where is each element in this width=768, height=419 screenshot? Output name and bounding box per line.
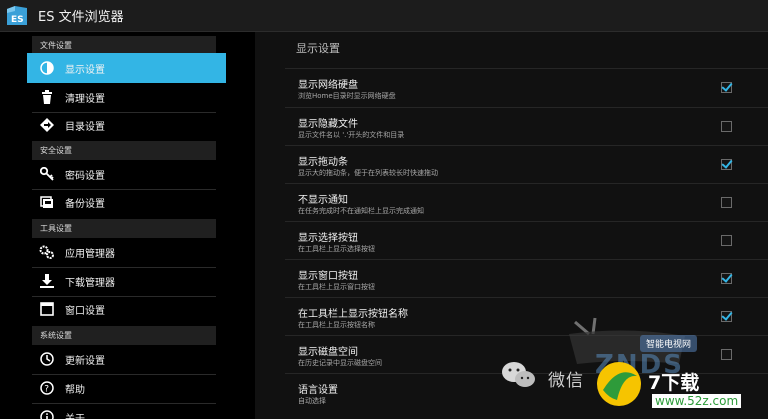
- sidebar-item-window[interactable]: 窗口设置: [27, 294, 226, 324]
- setting-label: 显示网络硬盘: [298, 80, 358, 91]
- sidebar-item-help[interactable]: ? 帮助: [27, 373, 226, 403]
- svg-text:?: ?: [44, 385, 49, 395]
- gears-icon: [39, 244, 55, 260]
- info-icon: [39, 409, 55, 419]
- contrast-icon: [39, 60, 55, 76]
- setting-row-no-notification[interactable]: 不显示通知 在任务完成时不在通知栏上显示完成通知: [285, 183, 768, 221]
- button-names-checkbox[interactable]: [721, 311, 732, 322]
- window-button-checkbox[interactable]: [721, 273, 732, 284]
- sidebar-item-label: 下载管理器: [65, 277, 115, 289]
- setting-label: 语言设置: [298, 385, 338, 396]
- setting-description: 浏览Home目录时显示网络硬盘: [298, 92, 396, 100]
- sidebar-item-download-manager[interactable]: 下载管理器: [27, 266, 226, 296]
- setting-row-select-button[interactable]: 显示选择按钮 在工具栏上显示选择按钮: [285, 221, 768, 259]
- window-icon: [39, 301, 55, 317]
- help-icon: ?: [39, 380, 55, 396]
- hidden-files-checkbox[interactable]: [721, 121, 732, 132]
- sidebar-item-about[interactable]: 关于: [27, 402, 226, 419]
- setting-label: 显示隐藏文件: [298, 119, 358, 130]
- setting-description: 在工具栏上显示选择按钮: [298, 245, 375, 253]
- download-site-url: www.52z.com: [652, 394, 742, 408]
- sidebar-item-backup[interactable]: 备份设置: [27, 187, 226, 217]
- page-title: 显示设置: [296, 42, 340, 55]
- section-header-system: 系统设置: [32, 326, 216, 345]
- sidebar-item-label: 关于: [65, 413, 85, 419]
- sidebar-item-label: 窗口设置: [65, 305, 105, 317]
- download-site-logo-icon: [595, 360, 643, 408]
- setting-description: 在工具栏上显示按钮名称: [298, 321, 375, 329]
- no-notification-checkbox[interactable]: [721, 197, 732, 208]
- setting-label: 不显示通知: [298, 195, 348, 206]
- setting-label: 在工具栏上显示按钮名称: [298, 309, 408, 320]
- settings-sidebar: 文件设置 显示设置 清理设置 目录设置 安全设置 密码设置 备份设置 工具设置: [0, 32, 255, 419]
- sidebar-item-directory[interactable]: 目录设置: [27, 110, 226, 140]
- wechat-watermark-text: 微信: [548, 371, 584, 391]
- sidebar-item-label: 备份设置: [65, 198, 105, 210]
- section-header-security: 安全设置: [32, 141, 216, 160]
- setting-label: 显示窗口按钮: [298, 271, 358, 282]
- sidebar-item-cleanup[interactable]: 清理设置: [27, 82, 226, 112]
- title-bar: ES ES 文件浏览器: [0, 0, 768, 32]
- sidebar-item-label: 目录设置: [65, 121, 105, 133]
- setting-row-network-disk[interactable]: 显示网络硬盘 浏览Home目录时显示网络硬盘: [285, 68, 768, 106]
- setting-label: 显示选择按钮: [298, 233, 358, 244]
- es-logo-icon[interactable]: ES: [4, 3, 30, 29]
- setting-label: 显示拖动条: [298, 157, 348, 168]
- clock-icon: [39, 351, 55, 367]
- setting-description: 自动选择: [298, 397, 326, 405]
- setting-row-window-button[interactable]: 显示窗口按钮 在工具栏上显示窗口按钮: [285, 259, 768, 297]
- svg-text:ES: ES: [11, 15, 24, 25]
- trash-icon: [39, 89, 55, 105]
- sidebar-item-update[interactable]: 更新设置: [27, 344, 226, 374]
- download-icon: [39, 273, 55, 289]
- diamond-arrow-icon: [39, 117, 55, 133]
- section-header-tools: 工具设置: [32, 219, 216, 238]
- sidebar-item-label: 密码设置: [65, 170, 105, 182]
- backup-icon: [39, 194, 55, 210]
- setting-description: 显示大的拖动条，便于在列表较长时快速拖动: [298, 169, 438, 177]
- select-button-checkbox[interactable]: [721, 235, 732, 246]
- sidebar-item-display[interactable]: 显示设置: [27, 53, 226, 83]
- sidebar-item-label: 显示设置: [65, 64, 105, 76]
- sidebar-item-password[interactable]: 密码设置: [27, 159, 226, 189]
- setting-row-button-names[interactable]: 在工具栏上显示按钮名称 在工具栏上显示按钮名称: [285, 297, 768, 335]
- sidebar-item-label: 更新设置: [65, 355, 105, 367]
- setting-label: 显示磁盘空间: [298, 347, 358, 358]
- setting-description: 显示文件名以 '.'开头的文件和目录: [298, 131, 405, 139]
- drag-bar-checkbox[interactable]: [721, 159, 732, 170]
- download-site-brand: 7下载: [648, 372, 700, 394]
- setting-row-hidden-files[interactable]: 显示隐藏文件 显示文件名以 '.'开头的文件和目录: [285, 107, 768, 145]
- tv-site-badge: 智能电视网: [640, 335, 698, 352]
- sidebar-item-app-manager[interactable]: 应用管理器: [27, 237, 226, 267]
- disk-space-checkbox[interactable]: [721, 349, 732, 360]
- app-title: ES 文件浏览器: [38, 10, 124, 25]
- sidebar-item-label: 帮助: [65, 384, 85, 396]
- sidebar-item-label: 应用管理器: [65, 248, 115, 260]
- wechat-icon: [500, 360, 538, 390]
- setting-description: 在历史记录中显示磁盘空间: [298, 359, 382, 367]
- setting-description: 在任务完成时不在通知栏上显示完成通知: [298, 207, 424, 215]
- setting-row-drag-bar[interactable]: 显示拖动条 显示大的拖动条，便于在列表较长时快速拖动: [285, 145, 768, 183]
- setting-description: 在工具栏上显示窗口按钮: [298, 283, 375, 291]
- sidebar-item-label: 清理设置: [65, 93, 105, 105]
- key-icon: [39, 166, 55, 182]
- network-disk-checkbox[interactable]: [721, 82, 732, 93]
